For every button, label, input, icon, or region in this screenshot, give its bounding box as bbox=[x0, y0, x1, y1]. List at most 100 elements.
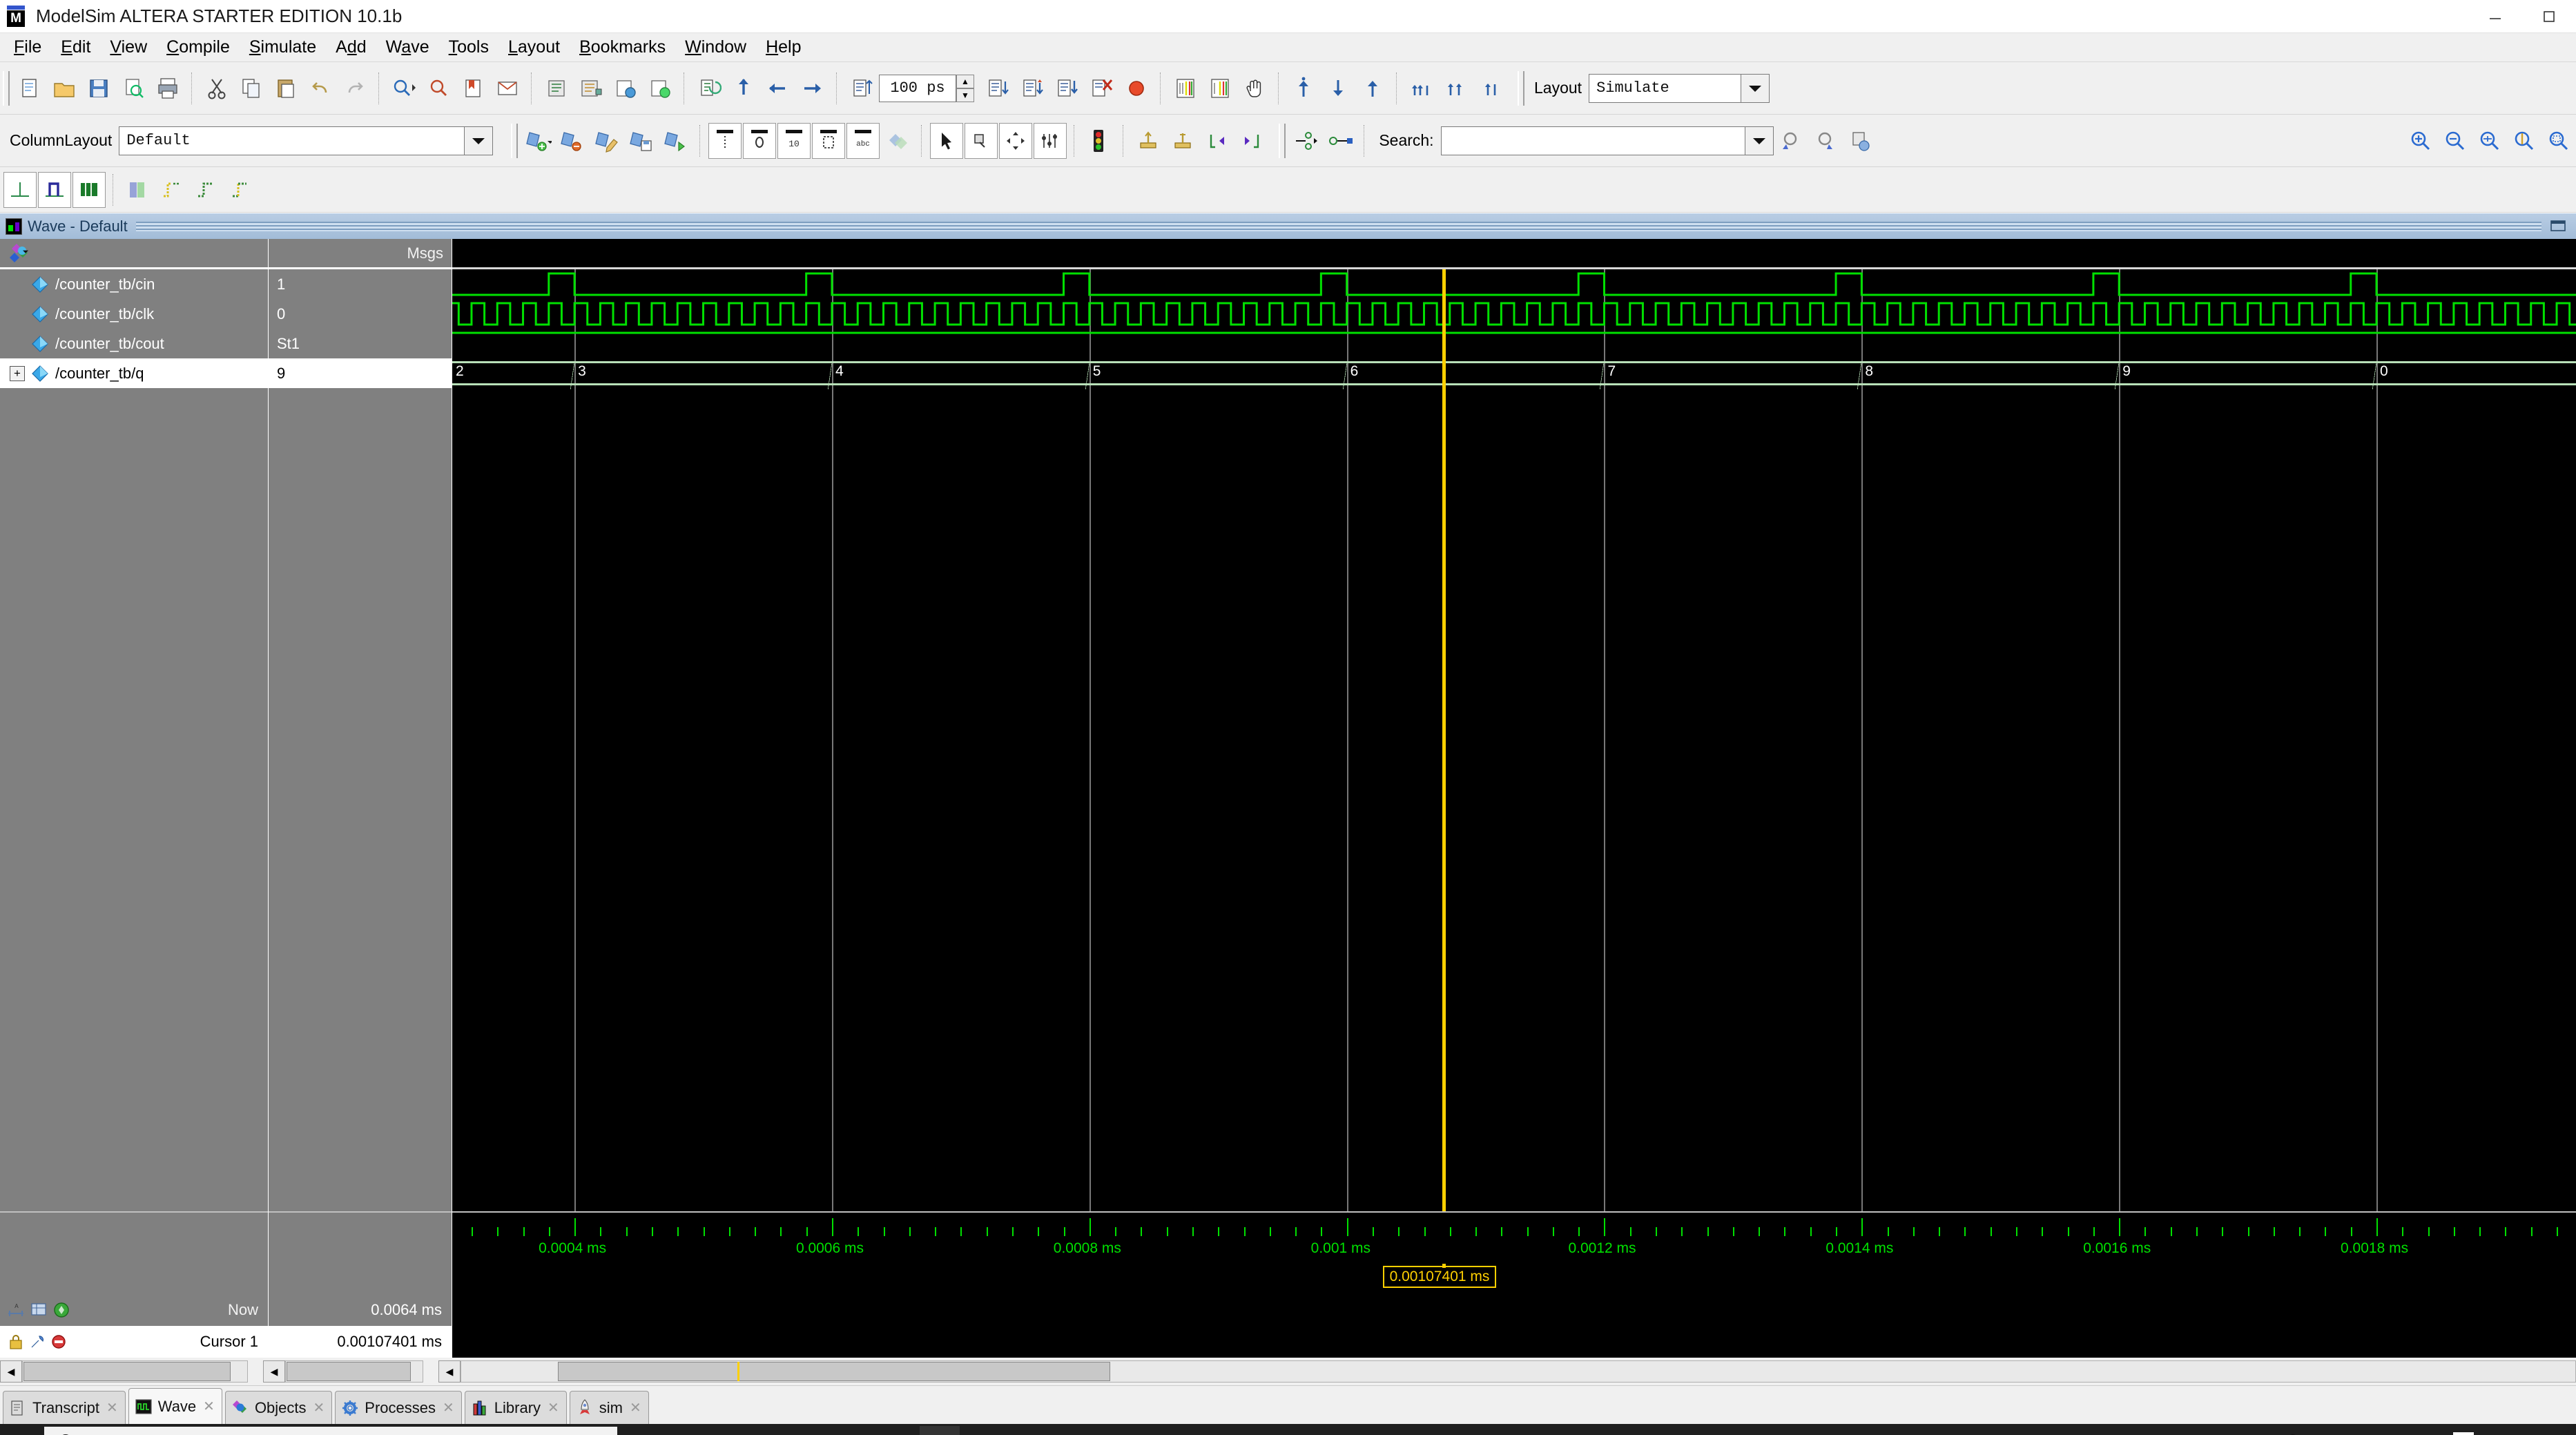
run-continue-icon[interactable] bbox=[762, 70, 795, 106]
run-icon[interactable] bbox=[727, 70, 760, 106]
ime-mode-indicator[interactable]: 中 bbox=[2421, 1432, 2438, 1435]
signal-row-q[interactable]: + /counter_tb/q bbox=[0, 358, 268, 388]
apply-wave-icon[interactable] bbox=[659, 123, 693, 159]
radix-decimal-icon[interactable]: 10 bbox=[777, 122, 811, 159]
signal-row-clk[interactable]: /counter_tb/clk bbox=[0, 299, 268, 329]
find-prev-transition-icon[interactable] bbox=[1201, 123, 1234, 159]
bookmark-prev-icon[interactable] bbox=[1440, 70, 1473, 106]
maximize-button[interactable] bbox=[2522, 0, 2576, 33]
save-wave-icon[interactable] bbox=[625, 123, 658, 159]
waveform-scrollbar[interactable] bbox=[461, 1360, 2576, 1383]
close-icon[interactable]: ✕ bbox=[313, 1399, 325, 1416]
toolbar-grip[interactable] bbox=[3, 70, 10, 106]
bookmark-add-icon[interactable] bbox=[1405, 70, 1438, 106]
menu-simulate[interactable]: Simulate bbox=[240, 35, 326, 60]
wave-edge-mixed-icon[interactable] bbox=[225, 172, 258, 208]
bookmark-next-icon[interactable] bbox=[1474, 70, 1507, 106]
stop-run-icon[interactable] bbox=[1085, 70, 1118, 106]
run-all-icon[interactable] bbox=[796, 70, 829, 106]
wave-edge-yellow-icon[interactable] bbox=[156, 172, 189, 208]
close-icon[interactable]: ✕ bbox=[548, 1399, 559, 1416]
step-into-icon[interactable] bbox=[1051, 70, 1084, 106]
mail-icon[interactable] bbox=[491, 70, 524, 106]
add-wave-icon[interactable] bbox=[521, 123, 554, 159]
wave-compare-icon[interactable] bbox=[1169, 70, 1202, 106]
compile-all-icon[interactable] bbox=[574, 70, 608, 106]
window-icon[interactable] bbox=[823, 1426, 863, 1435]
pan-hand-icon[interactable] bbox=[1238, 70, 1271, 106]
tab-library[interactable]: Library ✕ bbox=[464, 1391, 567, 1424]
toolbar-grip[interactable] bbox=[1279, 123, 1286, 158]
insert-up-icon[interactable] bbox=[1287, 70, 1320, 106]
wave-format-literal-icon[interactable] bbox=[3, 171, 37, 208]
tab-transcript[interactable]: Transcript ✕ bbox=[3, 1391, 126, 1424]
menu-view[interactable]: View bbox=[100, 35, 157, 60]
chevron-down-icon[interactable] bbox=[1741, 73, 1770, 103]
close-icon[interactable]: ✕ bbox=[443, 1399, 454, 1416]
paste-icon[interactable] bbox=[269, 70, 302, 106]
cursor-marker-line[interactable] bbox=[1442, 269, 1446, 1211]
break-icon[interactable] bbox=[1120, 70, 1153, 106]
modelsim-taskbar-icon[interactable]: M bbox=[920, 1426, 960, 1435]
radix-hex-icon[interactable] bbox=[812, 122, 846, 159]
tab-wave[interactable]: Wave ✕ bbox=[128, 1388, 222, 1424]
objects-filter-icon[interactable] bbox=[10, 242, 37, 265]
cursor-insert-icon[interactable] bbox=[1132, 123, 1165, 159]
insert-down-icon[interactable] bbox=[1321, 70, 1355, 106]
zoom-cursor-icon[interactable] bbox=[2508, 123, 2541, 159]
expand-toggle-icon[interactable]: + bbox=[10, 365, 25, 381]
traffic-light-icon[interactable] bbox=[1083, 123, 1116, 159]
menu-wave[interactable]: Wave bbox=[376, 35, 439, 60]
notifications-icon[interactable] bbox=[2546, 1433, 2566, 1435]
wave-edge-green-icon[interactable] bbox=[191, 172, 224, 208]
signal-row-cin[interactable]: /counter_tb/cin bbox=[0, 269, 268, 299]
compile-icon[interactable] bbox=[540, 70, 573, 106]
zoom-full-icon[interactable] bbox=[2473, 123, 2506, 159]
toolbar-grip[interactable] bbox=[511, 123, 519, 158]
waveform-column[interactable]: 2 3 4 5 6 7 8 9 0 bbox=[452, 239, 2576, 1211]
open-file-icon[interactable] bbox=[48, 70, 81, 106]
menu-bookmarks[interactable]: Bookmarks bbox=[570, 35, 675, 60]
tab-objects[interactable]: Objects ✕ bbox=[224, 1391, 333, 1424]
values-scroll-left-arrow[interactable]: ◀ bbox=[263, 1360, 285, 1383]
undo-icon[interactable] bbox=[304, 70, 337, 106]
start-button[interactable] bbox=[0, 1424, 43, 1435]
ime-pinyin-indicator[interactable]: 拼 bbox=[2452, 1432, 2474, 1435]
zoom-range-icon[interactable] bbox=[2542, 123, 2575, 159]
menu-edit[interactable]: Edit bbox=[51, 35, 100, 60]
waveform-scroll-left-arrow[interactable]: ◀ bbox=[438, 1360, 461, 1383]
wave-format-analog-icon[interactable] bbox=[72, 171, 106, 208]
dataflow-collapse-icon[interactable] bbox=[1324, 123, 1357, 159]
save-icon[interactable] bbox=[82, 70, 115, 106]
menu-layout[interactable]: Layout bbox=[498, 35, 570, 60]
radix-ascii-icon[interactable]: abc bbox=[846, 122, 880, 159]
taskbar-search-box[interactable]: 在这里输入你要搜索的内容 bbox=[44, 1427, 617, 1435]
chevron-down-icon[interactable] bbox=[464, 126, 494, 155]
firefox-icon[interactable] bbox=[726, 1426, 766, 1435]
run-length-spinner[interactable]: ▲ ▼ bbox=[956, 74, 974, 102]
menu-add[interactable]: Add bbox=[326, 35, 376, 60]
menu-file[interactable]: FFileile bbox=[4, 35, 51, 60]
chevron-down-icon[interactable] bbox=[1744, 126, 1774, 155]
wave-undock-button[interactable] bbox=[2548, 218, 2569, 235]
run-step-icon[interactable] bbox=[982, 70, 1015, 106]
redo-icon[interactable] bbox=[338, 70, 371, 106]
run-length-list-icon[interactable] bbox=[845, 70, 878, 106]
menu-compile[interactable]: Compile bbox=[157, 35, 240, 60]
print-icon[interactable] bbox=[151, 70, 184, 106]
zoom-in-icon[interactable] bbox=[2404, 123, 2437, 159]
wave-properties-icon[interactable] bbox=[881, 123, 914, 159]
minimize-button[interactable] bbox=[2468, 0, 2522, 33]
names-scroll-left-arrow[interactable]: ◀ bbox=[0, 1360, 22, 1383]
taskview-icon[interactable] bbox=[630, 1426, 670, 1435]
bookmark-icon[interactable] bbox=[456, 70, 490, 106]
tab-processes[interactable]: Processes ✕ bbox=[335, 1391, 462, 1424]
close-icon[interactable]: ✕ bbox=[203, 1398, 215, 1415]
toolbar-grip[interactable] bbox=[1518, 70, 1524, 106]
radix-octal-icon[interactable] bbox=[743, 122, 777, 159]
columnlayout-combo[interactable]: Default bbox=[119, 126, 494, 155]
values-scrollbar[interactable] bbox=[285, 1360, 423, 1383]
menu-help[interactable]: Help bbox=[756, 35, 811, 60]
run-length-input[interactable]: 100 ps bbox=[879, 74, 956, 102]
wave-group-icon[interactable] bbox=[122, 172, 155, 208]
